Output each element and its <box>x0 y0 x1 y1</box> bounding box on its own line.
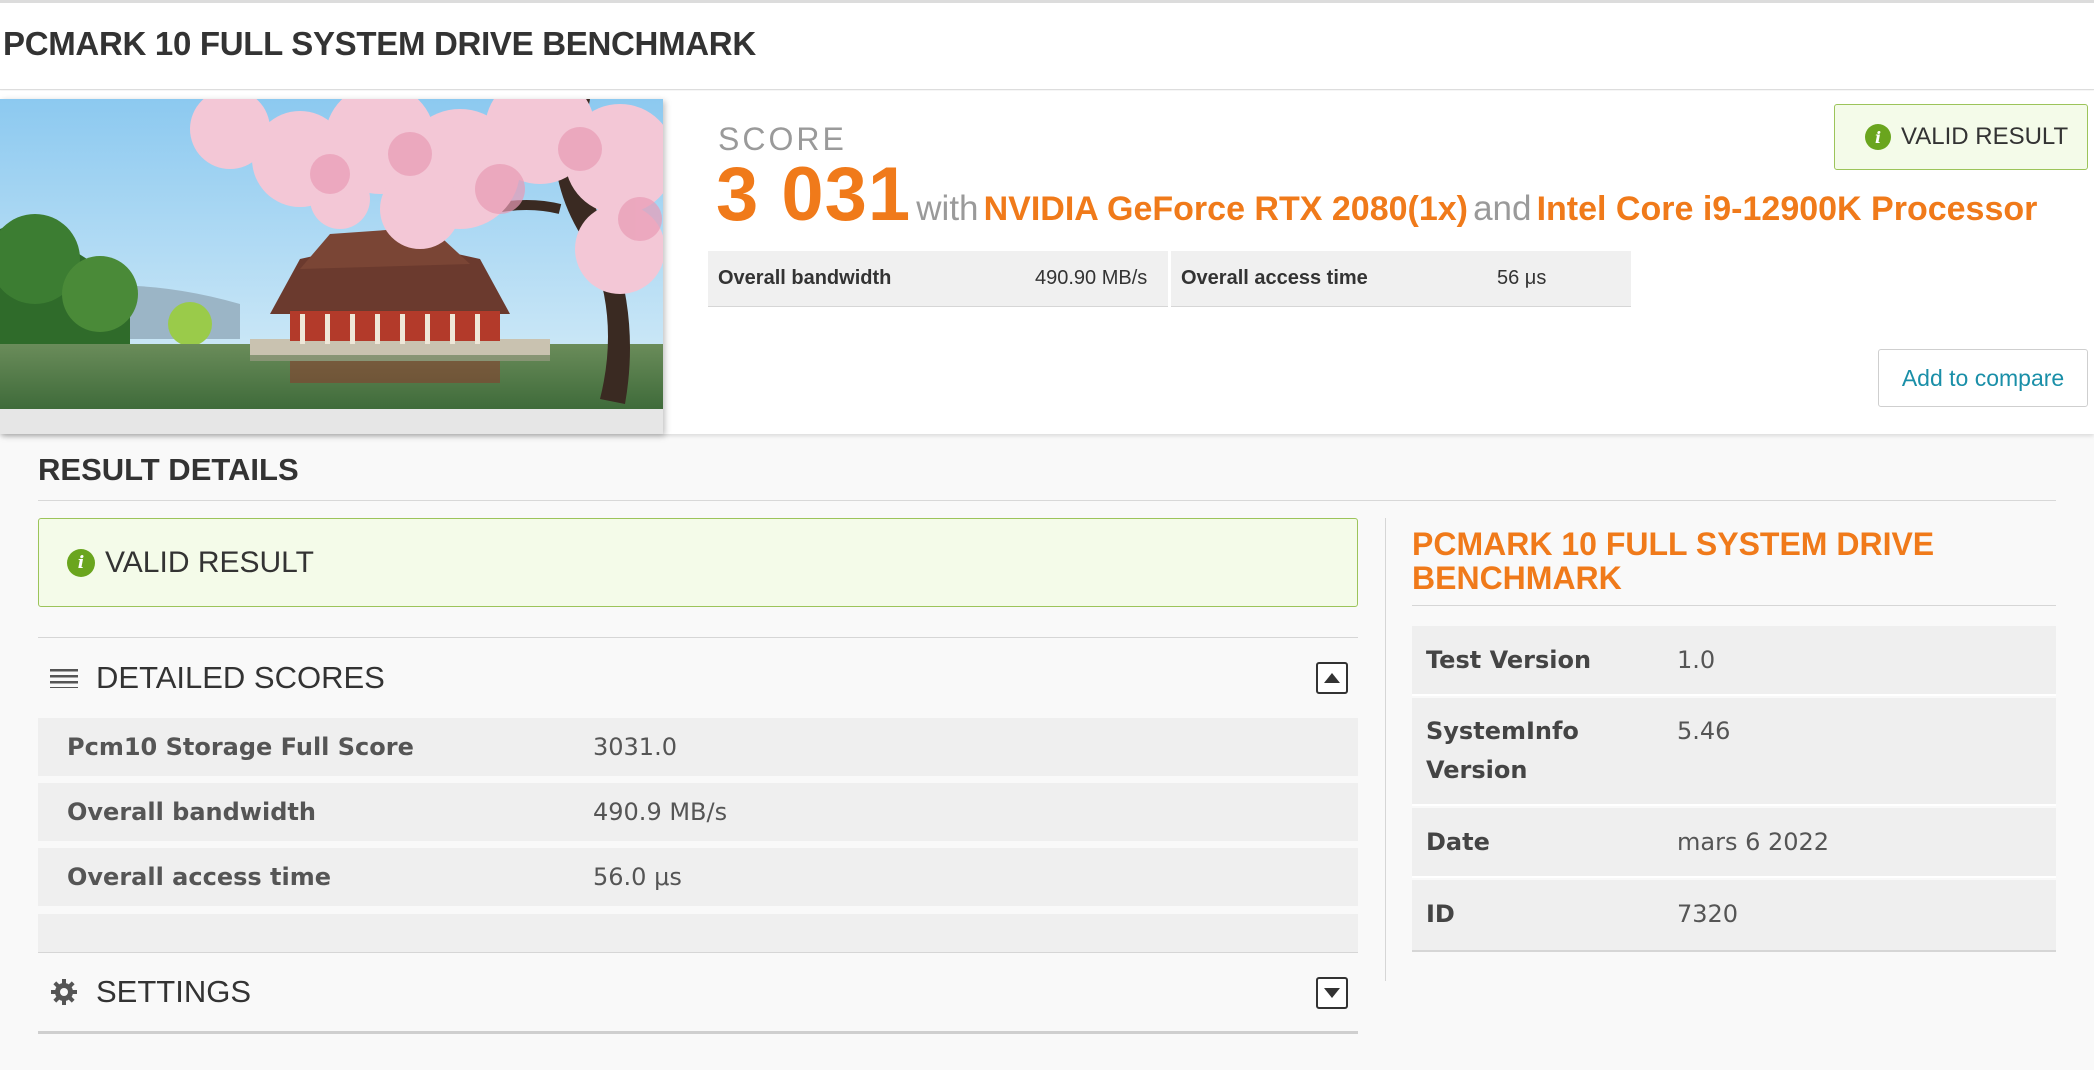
page-title: PCMARK 10 FULL SYSTEM DRIVE BENCHMARK <box>3 25 756 62</box>
settings-title: SETTINGS <box>96 974 252 1009</box>
info-icon: i <box>67 548 95 577</box>
valid-result-label: VALID RESULT <box>105 545 314 579</box>
settings-header[interactable]: SETTINGS <box>38 952 1358 1034</box>
summary-stats: Overall bandwidth 490.90 MB/s Overall ac… <box>708 251 1631 307</box>
info-row-id: ID 7320 <box>1412 880 2056 952</box>
cherry-blossom-pavilion-image <box>0 99 663 434</box>
stat-overall-access-time: Overall access time 56 μs <box>1171 251 1631 307</box>
info-name: Test Version <box>1426 646 1592 674</box>
gpu-link[interactable]: NVIDIA GeForce RTX 2080(1x) <box>984 190 1468 228</box>
info-name: Date <box>1426 828 1490 856</box>
score-value: 3031.0 <box>593 733 677 761</box>
score-value: 56.0 μs <box>593 863 682 891</box>
collapse-toggle-button[interactable] <box>1316 662 1348 694</box>
score-value: 3 031 <box>716 152 912 237</box>
stat-value: 56 μs <box>1497 267 1547 289</box>
stat-name: Overall access time <box>1181 267 1368 289</box>
column-divider <box>1385 518 1386 981</box>
info-name: ID <box>1426 900 1455 928</box>
gear-icon <box>38 978 90 1006</box>
info-value: 7320 <box>1677 900 1739 928</box>
valid-result-label: VALID RESULT <box>1901 123 2069 150</box>
info-row-test-version: Test Version 1.0 <box>1412 626 2056 696</box>
benchmark-info-divider <box>1412 605 2056 606</box>
add-to-compare-button[interactable]: Add to compare <box>1878 349 2088 407</box>
score-row-empty <box>38 914 1358 952</box>
score-with-text: with <box>916 189 979 228</box>
stat-value: 490.90 MB/s <box>1035 267 1148 289</box>
info-row-date: Date mars 6 2022 <box>1412 808 2056 878</box>
score-row: Overall bandwidth 490.9 MB/s <box>38 783 1358 841</box>
score-and-text: and <box>1473 189 1532 228</box>
info-name: SystemInfo Version <box>1426 717 1579 784</box>
info-row-systeminfo-version: SystemInfo Version 5.46 <box>1412 698 2056 806</box>
score-panel: SCORE 3 031 with NVIDIA GeForce RTX 2080… <box>0 91 2094 434</box>
valid-result-box: i VALID RESULT <box>38 518 1358 607</box>
list-icon <box>38 668 90 688</box>
cpu-link[interactable]: Intel Core i9-12900K Processor <box>1537 190 2038 228</box>
score-name: Overall bandwidth <box>67 798 316 826</box>
chevron-down-icon <box>1324 988 1340 998</box>
detailed-scores-header[interactable]: DETAILED SCORES <box>38 637 1358 717</box>
valid-result-badge: i VALID RESULT <box>1834 104 2088 170</box>
chevron-up-icon <box>1324 673 1340 683</box>
detailed-scores-title: DETAILED SCORES <box>96 659 385 695</box>
score-value: 490.9 MB/s <box>593 798 728 826</box>
info-icon: i <box>1865 124 1891 150</box>
stat-name: Overall bandwidth <box>718 267 892 289</box>
result-details-divider <box>38 500 2056 501</box>
info-value: 5.46 <box>1677 717 1731 745</box>
score-row: Pcm10 Storage Full Score 3031.0 <box>38 718 1358 776</box>
info-value: 1.0 <box>1677 646 1716 674</box>
result-details-title: RESULT DETAILS <box>38 452 299 487</box>
benchmark-hero-image <box>0 99 663 434</box>
page-header: PCMARK 10 FULL SYSTEM DRIVE BENCHMARK <box>0 3 2094 90</box>
score-name: Overall access time <box>67 863 331 891</box>
score-row: Overall access time 56.0 μs <box>38 848 1358 906</box>
stat-overall-bandwidth: Overall bandwidth 490.90 MB/s <box>708 251 1168 307</box>
expand-toggle-button[interactable] <box>1316 977 1348 1009</box>
score-name: Pcm10 Storage Full Score <box>67 733 414 761</box>
info-value: mars 6 2022 <box>1677 828 1830 856</box>
benchmark-info-title: PCMARK 10 FULL SYSTEM DRIVE BENCHMARK <box>1412 526 1935 596</box>
